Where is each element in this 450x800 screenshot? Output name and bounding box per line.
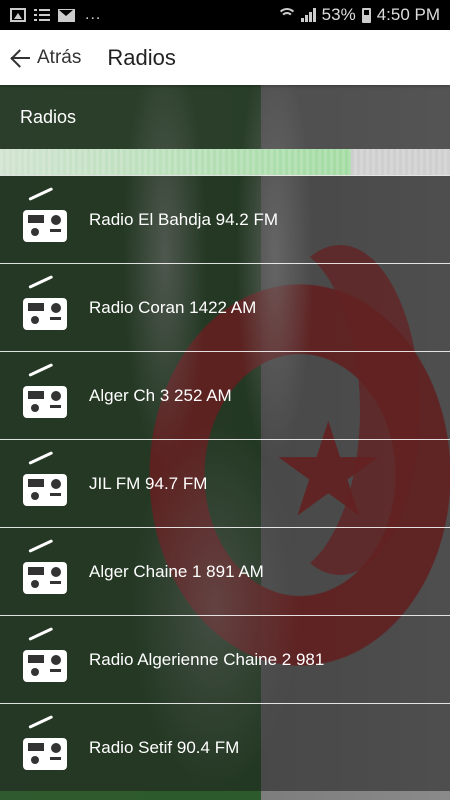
station-list: Radio El Bahdja 94.2 FM Radio Coran 1422…	[0, 175, 450, 791]
section-title: Radios	[20, 106, 77, 127]
image-icon	[10, 8, 26, 22]
station-name: Alger Chaine 1 891 AM	[89, 561, 264, 581]
mail-icon	[58, 8, 75, 22]
wifi-icon	[276, 8, 297, 22]
radio-icon	[23, 626, 67, 682]
radio-icon	[23, 538, 67, 594]
radio-icon	[23, 450, 67, 506]
station-name: Alger Ch 3 252 AM	[89, 385, 232, 405]
radio-icon	[23, 714, 67, 770]
back-button[interactable]: Atrás	[0, 30, 81, 85]
radio-icon	[23, 274, 67, 330]
loading-progress-bar	[0, 149, 450, 175]
station-name: JIL FM 94.7 FM	[89, 473, 208, 493]
signal-icon	[300, 8, 316, 22]
clock: 4:50 PM	[376, 5, 440, 24]
station-item[interactable]: Radio Setif 90.4 FM	[0, 703, 450, 791]
radio-icon	[23, 362, 67, 418]
station-name: Radio Algerienne Chaine 2 981	[89, 649, 325, 669]
section-header: Radios	[0, 85, 450, 149]
station-name: Radio Setif 90.4 FM	[89, 737, 240, 757]
status-bar: ... 53% 4:50 PM	[0, 0, 450, 30]
station-item[interactable]: Radio Coran 1422 AM	[0, 263, 450, 351]
battery-charging-icon	[361, 7, 371, 23]
back-label: Atrás	[37, 46, 82, 68]
station-item[interactable]: Radio El Bahdja 94.2 FM	[0, 175, 450, 263]
station-item[interactable]: Alger Ch 3 252 AM	[0, 351, 450, 439]
arrow-left-icon	[8, 46, 32, 70]
radio-icon	[23, 186, 67, 242]
station-item[interactable]: Alger Chaine 1 891 AM	[0, 527, 450, 615]
station-name: Radio Coran 1422 AM	[89, 297, 257, 317]
battery-percent: 53%	[321, 5, 356, 24]
more-notifications: ...	[85, 6, 102, 23]
app-bar: Atrás Radios	[0, 30, 450, 85]
station-item[interactable]: Radio Algerienne Chaine 2 981	[0, 615, 450, 703]
page-title: Radios	[107, 44, 176, 70]
station-item[interactable]: JIL FM 94.7 FM	[0, 439, 450, 527]
list-icon	[34, 8, 50, 22]
station-name: Radio El Bahdja 94.2 FM	[89, 209, 278, 229]
content-area: ★ Radios Radio El Bahdja 94.2 FM Radio C…	[0, 85, 450, 800]
